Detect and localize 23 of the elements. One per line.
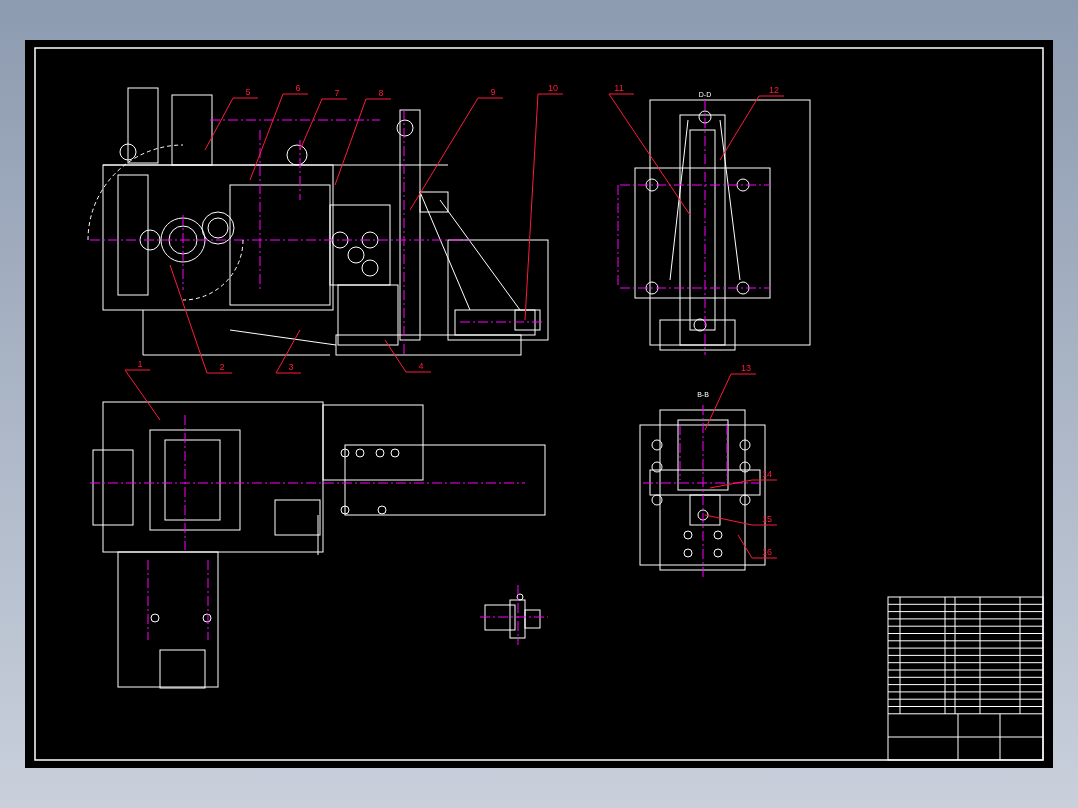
leader-line — [384, 339, 432, 373]
part-number: 10 — [548, 83, 558, 93]
leader-line — [709, 479, 778, 489]
leader-line — [737, 534, 778, 559]
part-number: 9 — [490, 87, 496, 97]
part-number: 15 — [762, 514, 772, 524]
part-number: 1 — [137, 359, 143, 369]
part-number: 2 — [219, 362, 225, 372]
part-number: 5 — [245, 87, 251, 97]
part-number: 4 — [418, 361, 424, 371]
part-number: 11 — [614, 83, 624, 93]
part-number: 6 — [295, 83, 301, 93]
part-number: 3 — [288, 362, 294, 372]
leader-line — [719, 95, 785, 161]
part-number: 14 — [762, 469, 772, 479]
small-part-drawing — [479, 584, 549, 646]
part-number: 16 — [762, 547, 772, 557]
leader-line — [124, 369, 161, 421]
part-number: 8 — [378, 88, 384, 98]
leader-line — [275, 329, 302, 374]
part-number: 12 — [769, 85, 779, 95]
part-number: 13 — [741, 363, 751, 373]
part-number: 7 — [334, 88, 340, 98]
